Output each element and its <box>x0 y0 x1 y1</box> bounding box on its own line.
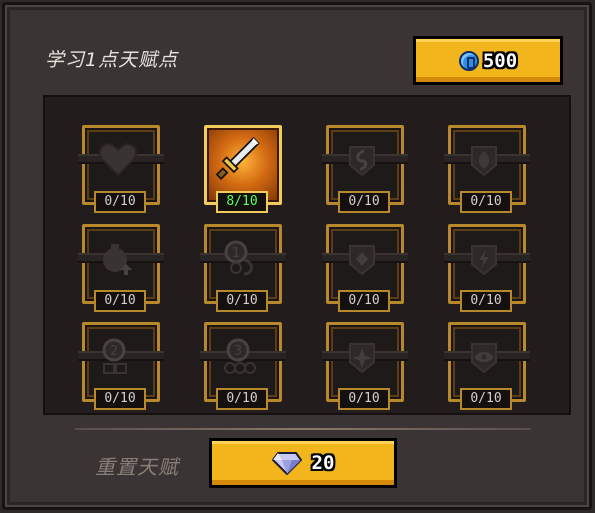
eye-shield-icon <box>462 334 506 378</box>
coin-icon <box>458 50 479 71</box>
potion-upgrade-icon <box>96 236 140 280</box>
svg-text:1: 1 <box>232 246 240 261</box>
talent-slot[interactable]: 0/10 <box>78 125 164 217</box>
talent-slot[interactable]: 0/10 <box>322 224 408 316</box>
coin-one-icon: 1 <box>218 236 262 280</box>
heart-icon <box>96 137 140 181</box>
talent-slot[interactable]: 3 0/10 <box>200 322 286 414</box>
talent-slot-active[interactable]: 8/10 <box>204 125 282 217</box>
talent-slot[interactable]: 0/10 <box>444 322 530 414</box>
talent-slot[interactable]: 1 0/10 <box>200 224 286 316</box>
flame-icon <box>462 137 506 181</box>
swirl-icon <box>340 137 384 181</box>
lightning-shield-icon <box>462 236 506 280</box>
talent-slot[interactable]: 2 0/10 <box>78 322 164 414</box>
gem-cost: 20 <box>311 452 335 474</box>
reset-talent-label: 重置天赋 <box>95 455 179 479</box>
coin-two-icon: 2 <box>96 334 140 378</box>
talent-count: 0/10 <box>94 388 146 410</box>
talent-panel: 学习1点天赋点 500 0/10 8/10 0/10 0/10 0/10 1 0… <box>2 2 592 510</box>
spiky-shield-icon <box>340 334 384 378</box>
talent-grid: 0/10 8/10 0/10 0/10 0/10 1 0/10 0/10 0/1… <box>43 95 571 415</box>
panel-title: 学习1点天赋点 <box>45 49 179 71</box>
talent-count: 0/10 <box>94 290 146 312</box>
talent-count: 0/10 <box>216 290 268 312</box>
talent-count: 0/10 <box>94 191 146 213</box>
talent-count: 0/10 <box>216 388 268 410</box>
coin-three-icon: 3 <box>218 334 262 378</box>
talent-count: 8/10 <box>216 191 268 213</box>
divider <box>75 428 531 430</box>
svg-text:2: 2 <box>110 344 118 359</box>
talent-count: 0/10 <box>338 388 390 410</box>
talent-slot[interactable]: 0/10 <box>444 224 530 316</box>
talent-slot[interactable]: 0/10 <box>444 125 530 217</box>
sword-icon <box>215 136 262 181</box>
svg-text:3: 3 <box>234 344 242 359</box>
reset-talent-button[interactable]: 20 <box>209 438 397 488</box>
learn-talent-button[interactable]: 500 <box>413 36 563 85</box>
talent-slot[interactable]: 0/10 <box>322 322 408 414</box>
talent-count: 0/10 <box>460 388 512 410</box>
talent-count: 0/10 <box>338 191 390 213</box>
talent-count: 0/10 <box>460 191 512 213</box>
diamond-shield-icon <box>340 236 384 280</box>
talent-count: 0/10 <box>338 290 390 312</box>
coin-cost: 500 <box>482 49 518 72</box>
diamond-icon <box>271 451 302 476</box>
talent-slot[interactable]: 0/10 <box>78 224 164 316</box>
talent-slot[interactable]: 0/10 <box>322 125 408 217</box>
talent-count: 0/10 <box>460 290 512 312</box>
